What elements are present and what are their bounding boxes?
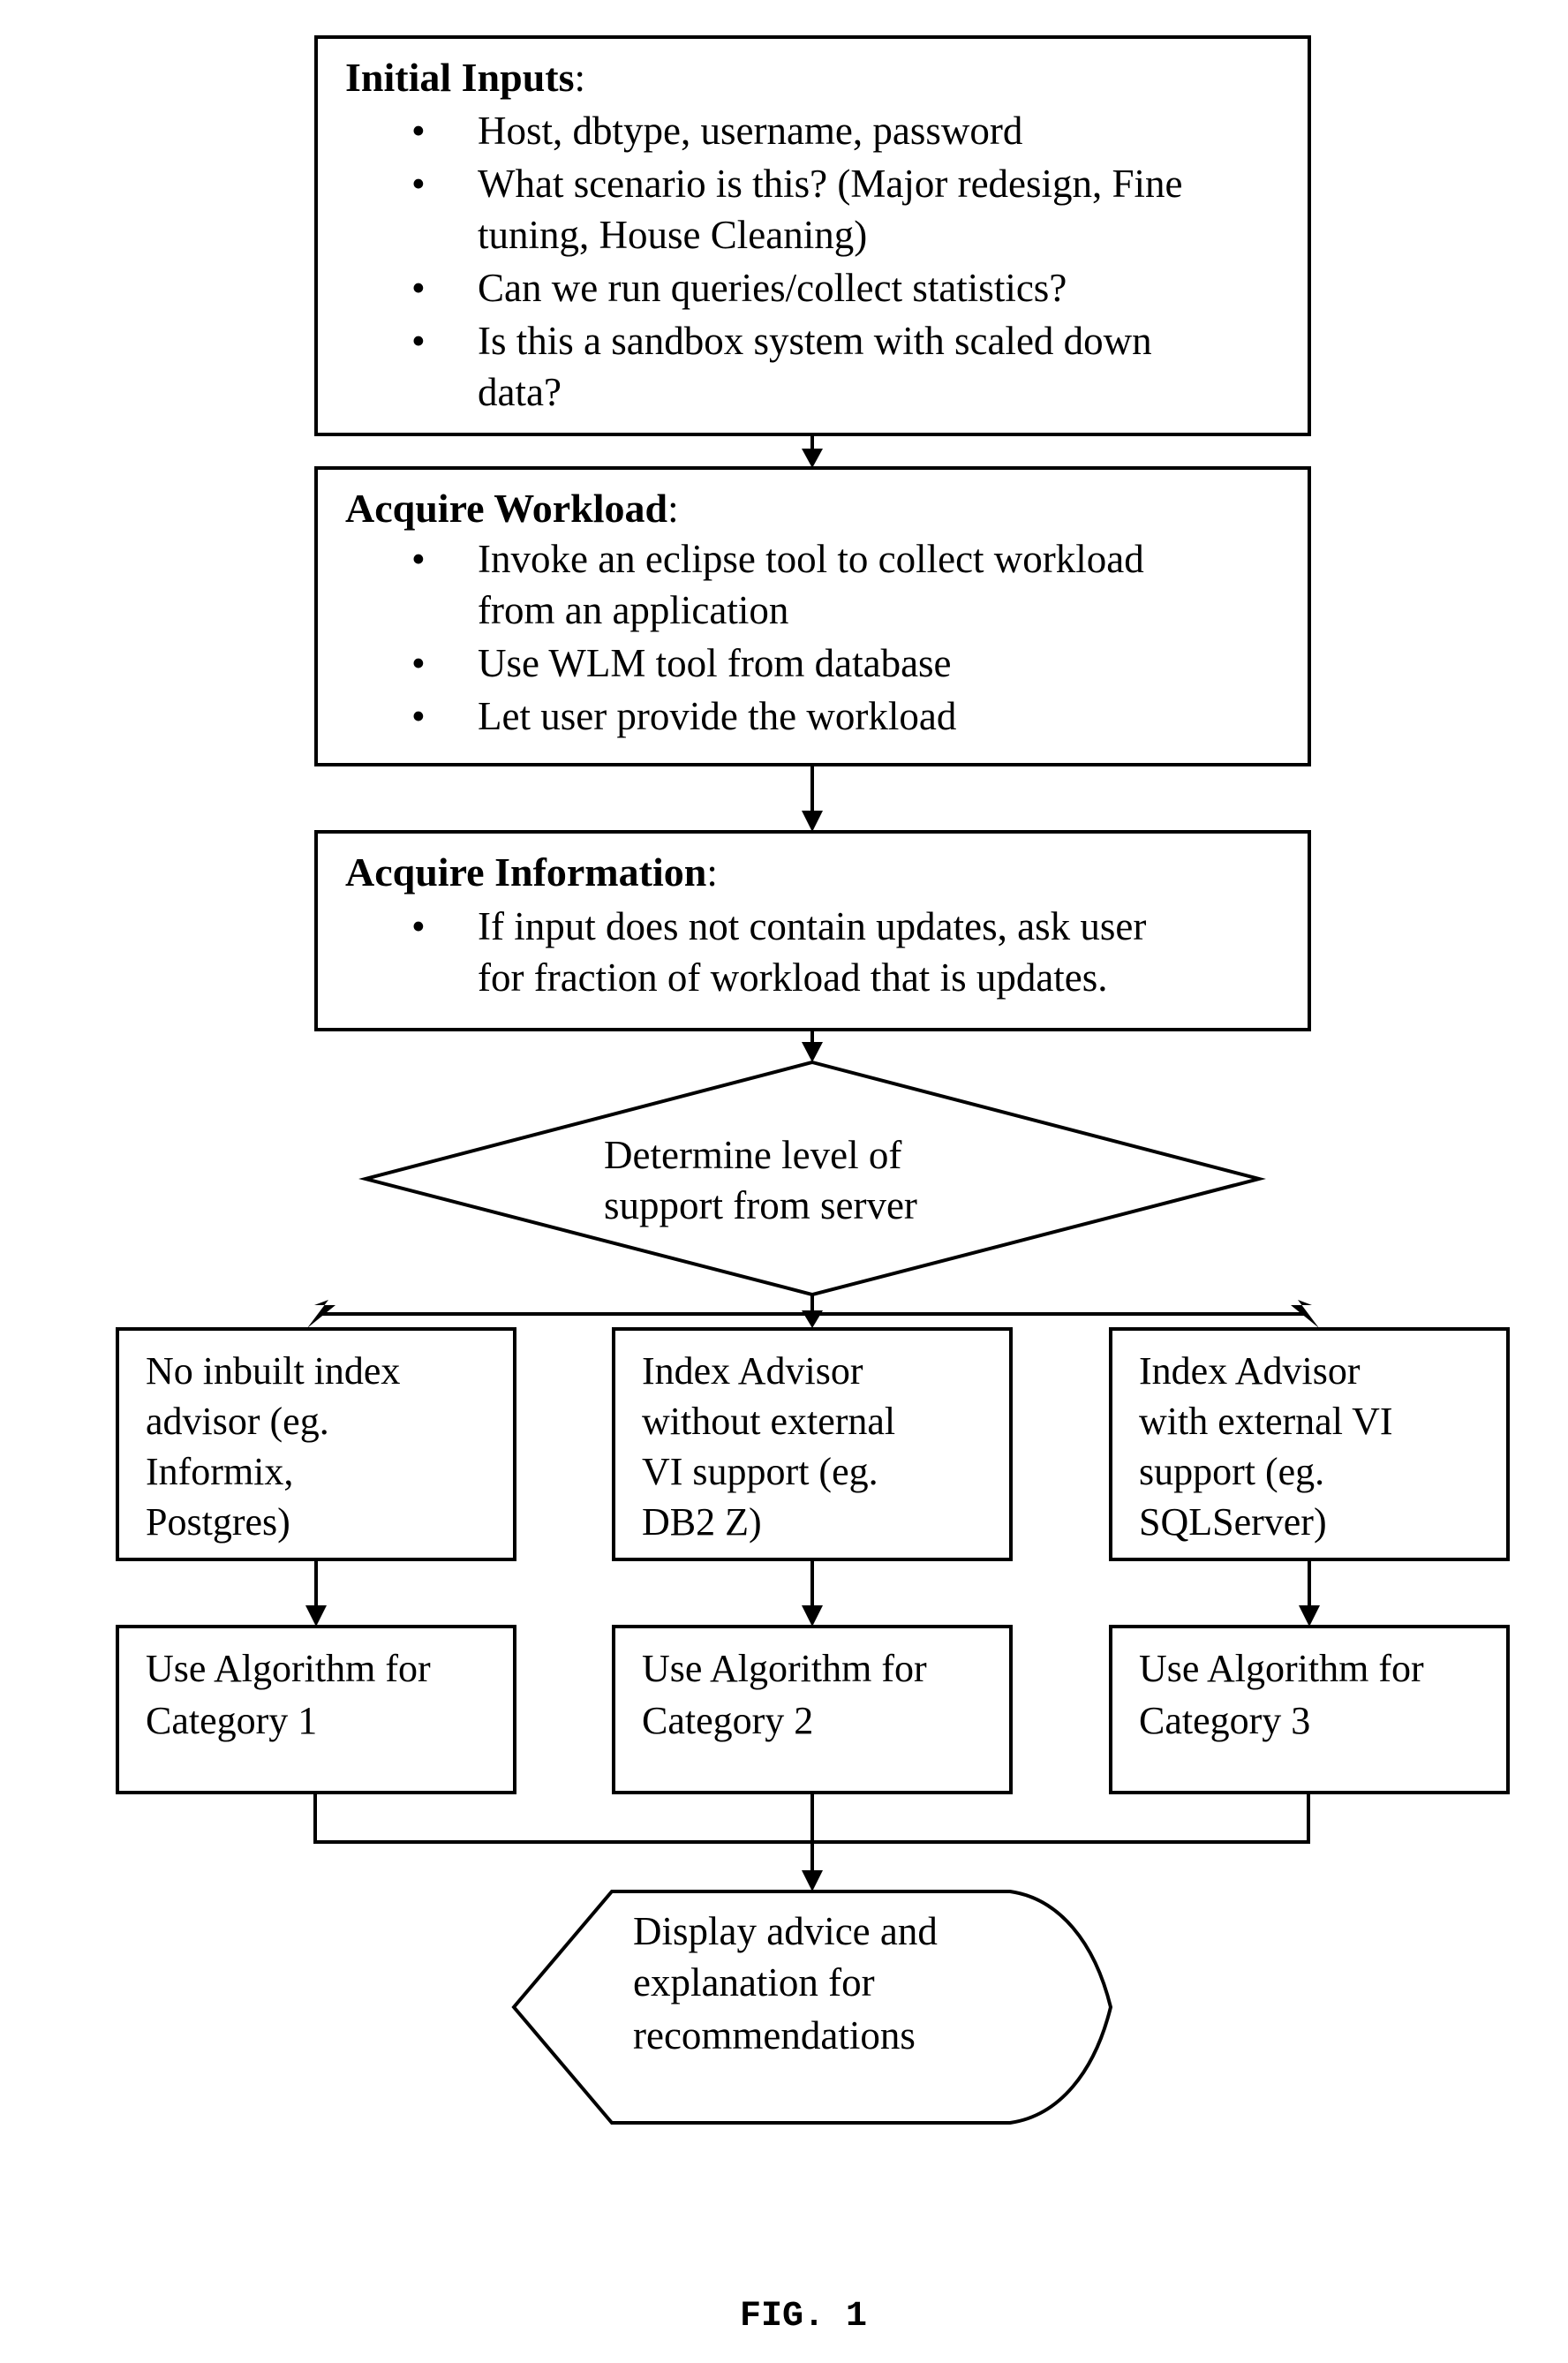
bullet-icon: •	[411, 694, 426, 738]
bullet-text: data?	[478, 370, 562, 414]
decision-frame	[358, 1060, 1266, 1297]
display-line-1: Display advice and	[633, 1909, 938, 1953]
category-2-label-line: without external	[642, 1400, 895, 1443]
bullet-text: from an application	[478, 588, 788, 632]
category-3-label-line: support (eg.	[1139, 1450, 1324, 1493]
acquire-information-box: Acquire Information: • If input does not …	[314, 830, 1311, 1031]
arrow-down-icon	[305, 1605, 327, 1627]
bullet-icon: •	[411, 109, 426, 153]
arrow-workload-to-information	[802, 765, 823, 832]
category-3-label-line: with external VI	[1139, 1400, 1393, 1443]
bullet-text: Let user provide the workload	[478, 694, 956, 738]
bullet-text: tuning, House Cleaning)	[478, 213, 867, 257]
category-2-label-line: Index Advisor	[642, 1349, 863, 1393]
bullet-text: Can we run queries/collect statistics?	[478, 266, 1067, 310]
category-2-label-line: DB2 Z)	[642, 1500, 762, 1544]
algorithm-2-label-line: Use Algorithm for	[642, 1647, 927, 1690]
category-3-group: Index Advisor with external VI support (eg…	[1109, 1327, 1510, 1794]
category-1-label-line: No inbuilt index	[146, 1349, 400, 1393]
category-3-label-line: Index Advisor	[1139, 1349, 1361, 1393]
figure-label: FIG. 1	[740, 2297, 867, 2337]
category-2-label-line: VI support (eg.	[642, 1450, 878, 1493]
merge-connectors	[313, 1793, 1310, 1891]
decision-line-1: Determine level of	[604, 1133, 901, 1177]
bullet-text: Invoke an eclipse tool to collect worklo…	[478, 537, 1144, 581]
algorithm-3-label-line: Category 3	[1139, 1699, 1310, 1742]
category-1-label-line: advisor (eg.	[146, 1400, 329, 1443]
bullet-icon: •	[411, 319, 426, 363]
acquire-information-heading: Acquire Information:	[345, 849, 718, 895]
bullet-text: If input does not contain updates, ask u…	[478, 904, 1146, 948]
initial-inputs-heading: Initial Inputs:	[345, 55, 585, 100]
bullet-icon: •	[411, 162, 426, 206]
arrow-to-display	[802, 1870, 823, 1891]
acquire-workload-heading: Acquire Workload:	[345, 486, 679, 531]
category-2-group: Index Advisor without external VI support …	[612, 1327, 1013, 1794]
algorithm-1-label-line: Use Algorithm for	[146, 1647, 431, 1690]
arrow-down-icon	[802, 1605, 823, 1627]
bullet-icon: •	[411, 537, 426, 581]
algorithm-3-label-line: Use Algorithm for	[1139, 1647, 1424, 1690]
arrow-down-icon	[1299, 1605, 1320, 1627]
bullet-text: Host, dbtype, username, password	[478, 109, 1022, 153]
bullet-icon: •	[411, 266, 426, 310]
acquire-workload-box: Acquire Workload: • Invoke an eclipse too…	[314, 466, 1311, 766]
decision-line-2: support from server	[604, 1183, 917, 1227]
category-1-label-line: Informix,	[146, 1450, 293, 1493]
algorithm-1-label-line: Category 1	[146, 1699, 317, 1742]
bullet-text: What scenario is this? (Major redesign, …	[478, 162, 1183, 206]
display-output-shape: Display advice and explanation for recom…	[511, 1890, 1113, 2125]
category-3-label-line: SQLServer)	[1139, 1500, 1327, 1544]
display-line-2: explanation for	[633, 1960, 875, 2004]
bullet-text: Is this a sandbox system with scaled dow…	[478, 319, 1152, 363]
display-line-3: recommendations	[633, 2013, 916, 2057]
algorithm-2-label-line: Category 2	[642, 1699, 813, 1742]
initial-inputs-box: Initial Inputs: • Host, dbtype, username,…	[314, 35, 1311, 436]
category-1-group: No inbuilt index advisor (eg. Informix, Pos…	[116, 1327, 516, 1794]
bullet-icon: •	[411, 904, 426, 948]
category-1-label-line: Postgres)	[146, 1500, 290, 1544]
bullet-text: for fraction of workload that is updates…	[478, 955, 1108, 1000]
arrow-inputs-to-workload	[802, 434, 823, 468]
arrow-to-category-2	[802, 1310, 823, 1328]
bullet-text: Use WLM tool from database	[478, 641, 952, 685]
branch-connectors	[307, 1295, 1319, 1328]
category-boxes: No inbuilt index advisor (eg. Informix, Pos…	[116, 1327, 1510, 1794]
arrow-information-to-decision	[802, 1030, 823, 1062]
bullet-icon: •	[411, 641, 426, 685]
decision-diamond: Determine level of support from server	[358, 1060, 1266, 1297]
flowchart: Initial Inputs: • Host, dbtype, username,…	[116, 35, 1510, 2337]
